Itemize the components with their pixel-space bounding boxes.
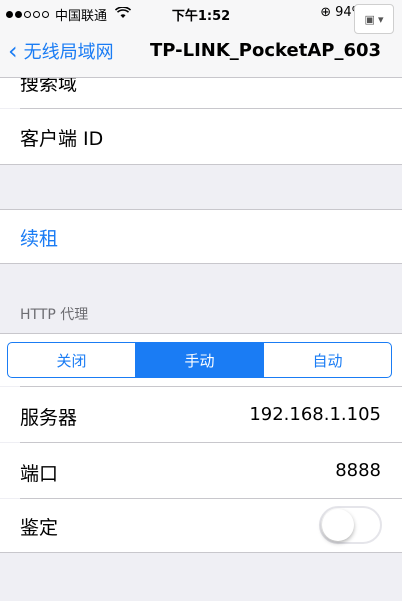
authentication-toggle[interactable] <box>319 506 382 544</box>
segment-off[interactable]: 关闭 <box>8 343 136 377</box>
proxy-mode-segmented-control[interactable]: 关闭 手动 自动 <box>7 342 392 378</box>
search-domains-label: 搜索域 <box>20 78 78 95</box>
image-icon: ▣ <box>364 12 375 26</box>
search-domains-row[interactable]: 搜索域 <box>0 78 402 108</box>
back-button[interactable]: ‹ 无线局域网 <box>8 38 114 64</box>
port-label: 端口 <box>20 463 59 485</box>
back-label: 无线局域网 <box>23 42 114 63</box>
server-value-field[interactable]: 192.168.1.105 <box>249 404 381 425</box>
client-id-row[interactable]: 客户端 ID <box>0 109 402 164</box>
segment-manual[interactable]: 手动 <box>136 343 264 377</box>
authentication-label: 鉴定 <box>20 517 59 539</box>
navigation-bar: ‹ 无线局域网 TP-LINK_PocketAP_603 <box>0 26 402 78</box>
chevron-left-icon: ‹ <box>8 37 18 65</box>
segment-auto[interactable]: 自动 <box>264 343 391 377</box>
port-row[interactable]: 端口 8888 <box>0 443 402 498</box>
page-title: TP-LINK_PocketAP_603 <box>150 40 382 61</box>
server-label: 服务器 <box>20 407 78 429</box>
renew-lease-label: 续租 <box>20 228 59 250</box>
chevron-down-icon: ▾ <box>377 12 384 26</box>
port-value-field[interactable]: 8888 <box>335 460 381 481</box>
rotation-lock-icon: ⊕ <box>320 5 332 20</box>
server-row[interactable]: 服务器 192.168.1.105 <box>0 387 402 442</box>
divider <box>0 164 402 165</box>
status-bar: 中国联通 下午1:52 ⊕ 94% <box>0 0 402 26</box>
divider <box>0 552 402 553</box>
divider <box>0 263 402 264</box>
photo-button[interactable]: ▣ ▾ <box>354 4 394 34</box>
http-proxy-header: HTTP 代理 <box>20 307 89 323</box>
toggle-knob <box>322 509 354 541</box>
renew-lease-button[interactable]: 续租 <box>0 210 402 263</box>
client-id-label: 客户端 ID <box>20 128 104 150</box>
